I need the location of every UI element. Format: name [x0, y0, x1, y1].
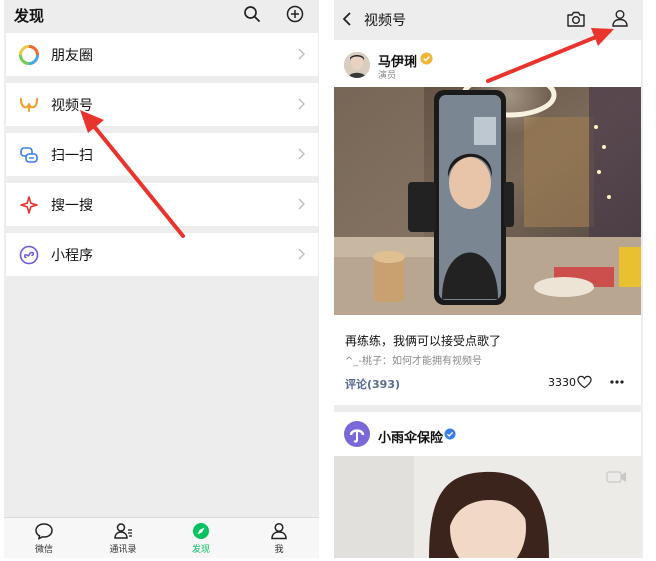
author-role: 演员: [378, 71, 397, 81]
like-count: 3330: [548, 376, 576, 389]
channel-post[interactable]: 马伊琍 演员 再练练，我俩可以接受点歌了 ^_-桃子：如何才能拥有视频号 评论(…: [334, 40, 641, 405]
channel-post[interactable]: 小雨伞保险: [334, 412, 641, 558]
menu-item-scan[interactable]: 扫一扫: [6, 133, 318, 176]
menu-item-label: 搜一搜: [51, 198, 93, 214]
back-icon[interactable]: [342, 11, 352, 27]
menu-item-mini-program[interactable]: 小程序: [6, 233, 318, 276]
channels-screen: 视频号 马伊琍 演员 再练练，我俩可以接受点歌了 ^_-桃子：如何才能拥有视频号…: [334, 0, 643, 558]
discover-icon: [193, 523, 209, 539]
video-thumbnail[interactable]: [334, 87, 641, 315]
chevron-right-icon: [298, 148, 305, 160]
discover-header: 发现: [4, 0, 319, 30]
page-title: 视频号: [364, 13, 406, 29]
discover-screen: 发现 朋友圈 视频号 扫一扫 搜一搜 小程序 微信 通讯录 发现 我: [4, 0, 319, 558]
me-icon: [271, 522, 287, 540]
tab-label: 微信: [34, 545, 53, 555]
post-caption: 再练练，我俩可以接受点歌了: [345, 334, 502, 348]
verified-gold-icon: [420, 52, 433, 65]
avatar[interactable]: [344, 421, 370, 447]
bottom-tab-bar: 微信 通讯录 发现 我: [4, 517, 319, 558]
tab-label: 发现: [191, 545, 210, 555]
menu-item-channels[interactable]: 视频号: [6, 83, 318, 126]
tab-chats[interactable]: 微信: [19, 522, 69, 555]
menu-item-label: 朋友圈: [51, 48, 93, 64]
menu-item-label: 小程序: [51, 248, 93, 264]
tab-discover[interactable]: 发现: [176, 522, 226, 555]
tab-label: 我: [274, 545, 284, 555]
chat-icon: [35, 523, 53, 540]
search-search-icon: [20, 196, 38, 214]
tab-contacts[interactable]: 通讯录: [98, 522, 148, 555]
plus-circle-icon[interactable]: [286, 5, 304, 23]
chevron-right-icon: [298, 98, 305, 110]
search-icon[interactable]: [243, 5, 261, 23]
menu-item-moments[interactable]: 朋友圈: [6, 33, 318, 76]
contacts-icon: [114, 523, 132, 539]
avatar[interactable]: [344, 52, 370, 78]
menu-item-label: 扫一扫: [51, 148, 93, 164]
chevron-right-icon: [298, 248, 305, 260]
chevron-right-icon: [298, 48, 305, 60]
video-thumbnail[interactable]: [334, 456, 641, 558]
menu-item-label: 视频号: [51, 98, 93, 114]
moments-icon: [19, 45, 39, 65]
chevron-right-icon: [298, 198, 305, 210]
channels-header: 视频号: [334, 0, 643, 38]
scan-icon: [20, 147, 38, 163]
camera-icon[interactable]: [566, 10, 586, 28]
tab-me[interactable]: 我: [254, 522, 304, 555]
mini-program-icon: [19, 245, 39, 265]
heart-icon[interactable]: [577, 375, 592, 389]
post-subtext[interactable]: ^_-桃子：如何才能拥有视频号: [345, 352, 482, 367]
verified-blue-icon: [444, 428, 456, 440]
page-title: 发现: [14, 7, 45, 25]
user-icon[interactable]: [611, 9, 629, 27]
more-icon[interactable]: [609, 375, 625, 389]
comment-button[interactable]: 评论(393): [345, 376, 400, 392]
menu-item-search[interactable]: 搜一搜: [6, 183, 318, 226]
author-name[interactable]: 小雨伞保险: [378, 427, 443, 446]
channels-icon: [19, 97, 39, 112]
tab-label: 通讯录: [109, 545, 137, 555]
